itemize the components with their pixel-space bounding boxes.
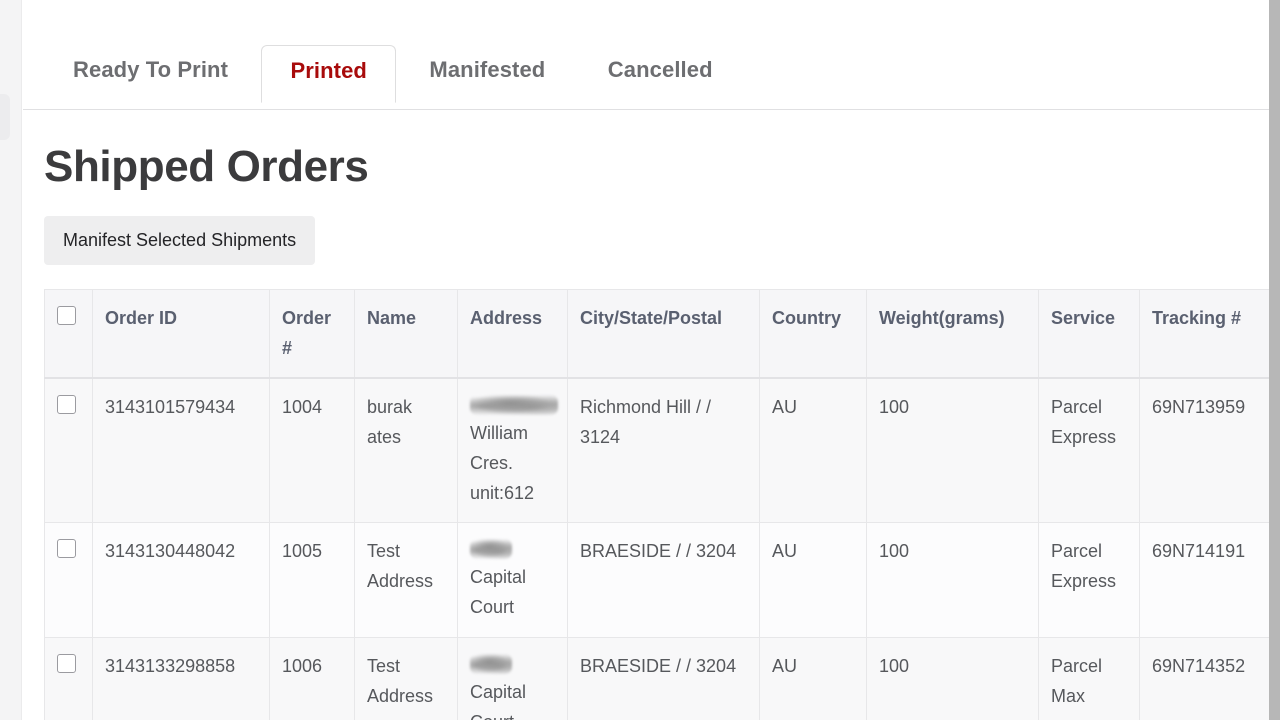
table-head: Order ID Order # Name Address City/State… [44,289,1269,380]
column-header-order-number[interactable]: Order # [269,289,355,380]
row-select-cell [44,377,93,524]
cell-order-id: 3143101579434 [92,377,270,524]
manifest-selected-shipments-button[interactable]: Manifest Selected Shipments [44,216,316,265]
left-gutter [0,0,22,720]
column-header-order-id[interactable]: Order ID [92,289,270,380]
cell-order-id: 3143130448042 [92,522,270,638]
redacted-address-icon [470,539,512,560]
drawer-handle[interactable] [0,94,10,140]
cell-address-text: William Cres. unit:612 [470,423,535,503]
cell-tracking: 69N714191 [1139,522,1269,638]
tab-printed[interactable]: Printed [261,45,396,103]
order-status-tabs: Ready To Print Printed Manifested Cancel… [23,0,1269,110]
tab-ready-to-print[interactable]: Ready To Print [44,44,257,102]
cell-address: William Cres. unit:612 [457,377,568,524]
column-header-weight[interactable]: Weight(grams) [866,289,1039,380]
row-select-cell [44,636,93,720]
select-all-checkbox[interactable] [57,306,76,325]
cell-tracking: 69N713959 [1139,377,1269,524]
cell-tracking: 69N714352 [1139,636,1269,720]
app-root: Ready To Print Printed Manifested Cancel… [0,0,1280,720]
cell-name: Test Address [354,522,458,638]
cell-city-state-postal: BRAESIDE / / 3204 [567,636,760,720]
column-header-name[interactable]: Name [354,289,458,380]
cell-weight: 100 [866,522,1039,638]
cell-address-text: Capital Court [470,681,527,720]
shipped-orders-table: Order ID Order # Name Address City/State… [44,289,1269,720]
column-header-address[interactable]: Address [457,289,568,380]
table-row: 3143101579434 1004 burak ates William Cr… [44,377,1269,524]
table-header-row: Order ID Order # Name Address City/State… [44,289,1269,380]
cell-order-number: 1005 [269,522,355,638]
redacted-address-icon [470,653,512,674]
page-title: Shipped Orders [44,142,369,191]
cell-country: AU [759,377,867,524]
select-all-header [44,289,93,380]
cell-weight: 100 [866,377,1039,524]
cell-weight: 100 [866,636,1039,720]
column-header-city-state-postal[interactable]: City/State/Postal [567,289,760,380]
cell-city-state-postal: Richmond Hill / / 3124 [567,377,760,524]
cell-address-text: Capital Court [470,567,527,618]
column-header-country[interactable]: Country [759,289,867,380]
column-header-tracking[interactable]: Tracking # [1139,289,1269,380]
cell-service: Parcel Max [1038,636,1140,720]
cell-address: Capital Court [457,522,568,638]
column-header-service[interactable]: Service [1038,289,1140,380]
page-scrollbar-thumb[interactable] [1269,0,1280,720]
cell-country: AU [759,636,867,720]
row-checkbox[interactable] [57,395,76,415]
cell-country: AU [759,522,867,638]
cell-name: burak ates [354,377,458,524]
tab-manifested[interactable]: Manifested [400,44,574,102]
toolbar: Manifest Selected Shipments [44,216,1269,265]
cell-address: Capital Court [457,636,568,720]
cell-order-number: 1006 [269,636,355,720]
page-container: Ready To Print Printed Manifested Cancel… [23,0,1269,720]
tab-cancelled[interactable]: Cancelled [579,44,742,102]
table-row: 3143133298858 1006 Test Address Capital … [44,636,1269,720]
table-row: 3143130448042 1005 Test Address Capital … [44,522,1269,638]
row-select-cell [44,522,93,638]
cell-service: Parcel Express [1038,377,1140,524]
row-checkbox[interactable] [57,539,76,559]
row-checkbox[interactable] [57,653,76,673]
cell-name: Test Address [354,636,458,720]
orders-table-wrapper: Order ID Order # Name Address City/State… [44,289,1269,720]
cell-service: Parcel Express [1038,522,1140,638]
redacted-address-icon [470,395,558,416]
cell-order-number: 1004 [269,377,355,524]
page-scrollbar-track[interactable] [1269,0,1280,720]
table-body: 3143101579434 1004 burak ates William Cr… [44,377,1269,720]
cell-order-id: 3143133298858 [92,636,270,720]
cell-city-state-postal: BRAESIDE / / 3204 [567,522,760,638]
